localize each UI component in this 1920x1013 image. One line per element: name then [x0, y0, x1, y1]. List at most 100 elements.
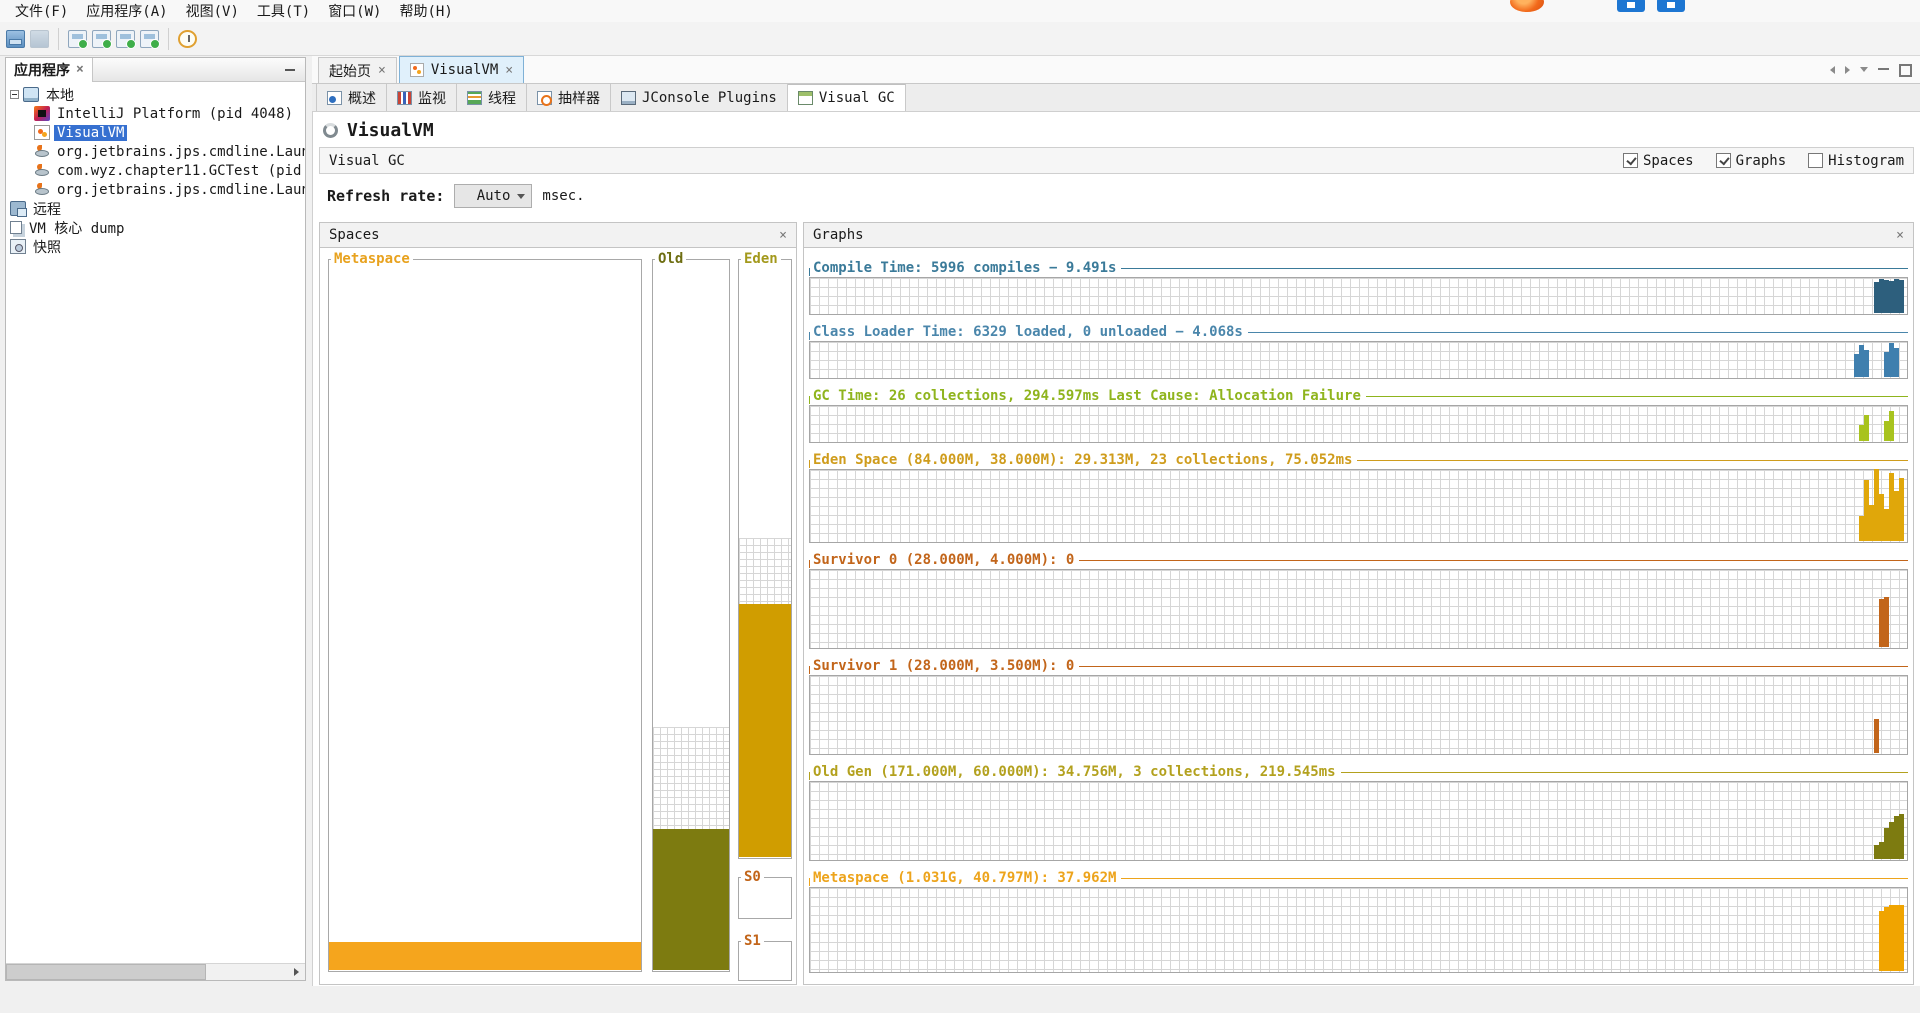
doc-tab-0[interactable]: 起始页 ×: [318, 57, 397, 83]
subtab-label: JConsole Plugins: [642, 89, 777, 106]
tree-item-6[interactable]: 远程: [6, 199, 305, 218]
menu-item-0[interactable]: 文件(F): [8, 0, 75, 22]
add-jmx-connection-icon[interactable]: [92, 29, 112, 49]
scroll-tabs-left-icon[interactable]: [1830, 65, 1835, 74]
metaspace-column: Metaspace: [328, 251, 642, 972]
menu-item-3[interactable]: 工具(T): [250, 0, 317, 22]
legend-tick: [809, 666, 810, 674]
save-icon[interactable]: [30, 29, 49, 48]
legend-tick: [809, 396, 810, 404]
tree-item-5[interactable]: org.jetbrains.jps.cmdline.Laun: [6, 180, 305, 199]
jconsole-icon: [621, 90, 636, 105]
spaces-panel-title: Spaces: [329, 227, 380, 243]
tree-item-0[interactable]: 本地: [6, 85, 305, 104]
eden-used-bar: [739, 604, 791, 857]
legend-line: [1121, 878, 1908, 879]
menu-item-4[interactable]: 窗口(W): [321, 0, 388, 22]
add-snapshot-icon[interactable]: [140, 29, 160, 49]
graph-title-old-gen: Old Gen (171.000M, 60.000M): 34.756M, 3 …: [813, 764, 1336, 780]
java-icon: [34, 144, 50, 159]
checkbox-unchecked-icon[interactable]: [1808, 153, 1824, 168]
tree-item-7[interactable]: VM 核心 dump: [6, 218, 305, 237]
open-file-icon[interactable]: [6, 29, 25, 48]
remote-icon: [10, 201, 27, 217]
graph-title-survivor-1: Survivor 1 (28.000M, 3.500M): 0: [813, 658, 1075, 674]
work-area: 应用程序 × 本地 IntelliJ Platform (pid 4048) Vis…: [0, 56, 1920, 986]
maximize-icon[interactable]: [1899, 64, 1912, 77]
add-vm-coredump-icon[interactable]: [116, 29, 136, 49]
graph-bar: [1889, 411, 1894, 441]
graph-bar: [1894, 348, 1899, 377]
graph-title-metaspace: Metaspace (1.031G, 40.797M): 37.962M: [813, 870, 1117, 886]
graph-section-survivor-0: Survivor 0 (28.000M, 4.000M): 0: [809, 551, 1908, 649]
tab-list-dropdown-icon[interactable]: [1860, 67, 1868, 72]
subtab-label: Visual GC: [818, 90, 895, 106]
tree-expander-icon[interactable]: [10, 90, 19, 99]
metaspace-used-bar: [329, 942, 641, 970]
scrollbar-thumb[interactable]: [6, 964, 206, 980]
sampler-icon: [537, 90, 552, 106]
tree-item-3[interactable]: org.jetbrains.jps.cmdline.Laun: [6, 142, 305, 161]
tree-item-label: 本地: [46, 87, 74, 104]
close-icon[interactable]: ×: [779, 229, 787, 242]
close-icon[interactable]: ×: [76, 63, 84, 76]
legend-tick: [809, 268, 810, 276]
subtab-jconsole-plugins[interactable]: JConsole Plugins: [611, 84, 788, 111]
graph-plot-metaspace: [809, 887, 1908, 973]
tree-item-2[interactable]: VisualVM: [6, 123, 305, 142]
sidebar-header: 应用程序 ×: [6, 57, 305, 82]
legend-line: [1340, 772, 1908, 773]
menu-item-1[interactable]: 应用程序(A): [79, 0, 174, 22]
close-icon[interactable]: ×: [378, 64, 386, 77]
graph-legend-old-gen: Old Gen (171.000M, 60.000M): 34.756M, 3 …: [809, 763, 1908, 781]
graphs-panel-body: Compile Time: 5996 compiles − 9.491s Clas…: [804, 249, 1913, 984]
subtab-监视[interactable]: 监视: [387, 84, 457, 111]
scrollbar-right-arrow-icon[interactable]: [288, 964, 305, 980]
subtab-visual-gc[interactable]: Visual GC: [787, 84, 906, 111]
legend-line: [1365, 396, 1908, 397]
graph-plot-eden-space: [809, 469, 1908, 543]
close-icon[interactable]: ×: [505, 64, 513, 77]
refresh-rate-select[interactable]: Auto: [454, 184, 533, 208]
subtab-label: 抽样器: [558, 90, 600, 107]
graph-plot-compile-time: [809, 277, 1908, 315]
eden-column-label: Eden: [741, 251, 781, 267]
graph-bar: [1899, 477, 1904, 541]
checkbox-spaces[interactable]: Spaces: [1622, 153, 1694, 169]
horizontal-scrollbar[interactable]: [6, 963, 305, 980]
legend-tick: [809, 332, 810, 340]
visualvm-icon: [409, 63, 424, 77]
checkbox-checked-icon[interactable]: [1715, 153, 1731, 168]
checkbox-checked-icon[interactable]: [1622, 153, 1638, 168]
menu-item-2[interactable]: 视图(V): [179, 0, 246, 22]
add-application-icon[interactable]: [68, 29, 88, 49]
refresh-rate-value: Auto: [476, 188, 511, 204]
graph-title-class-loader: Class Loader Time: 6329 loaded, 0 unload…: [813, 324, 1243, 340]
window-bottom-strip: [0, 986, 1920, 1013]
subtab-线程[interactable]: 线程: [457, 84, 527, 111]
tree-item-1[interactable]: IntelliJ Platform (pid 4048): [6, 104, 305, 123]
checkbox-histogram[interactable]: Histogram: [1808, 153, 1904, 169]
graph-plot-class-loader: [809, 341, 1908, 379]
subtab-概述[interactable]: 概述: [316, 84, 387, 111]
menu-item-5[interactable]: 帮助(H): [392, 0, 459, 22]
display-option-checkboxes: Spaces Graphs Histogram: [1622, 153, 1904, 169]
graph-title-survivor-0: Survivor 0 (28.000M, 4.000M): 0: [813, 552, 1075, 568]
refresh-clock-icon[interactable]: [178, 29, 197, 48]
tab-applications[interactable]: 应用程序 ×: [6, 57, 93, 82]
minimize-sidebar-button[interactable]: [283, 63, 297, 77]
checkbox-graphs[interactable]: Graphs: [1715, 153, 1786, 169]
scroll-tabs-right-icon[interactable]: [1845, 65, 1850, 74]
survivor1-box: S1: [738, 933, 792, 981]
spaces-panel: Spaces × Metaspace Old Eden S0 S1: [319, 222, 797, 985]
close-icon[interactable]: ×: [1896, 229, 1904, 242]
tree-item-4[interactable]: com.wyz.chapter11.GCTest (pid 5: [6, 161, 305, 180]
graphs-panel-title: Graphs: [813, 227, 864, 243]
minimize-icon[interactable]: [1878, 64, 1889, 75]
doc-tab-1[interactable]: VisualVM ×: [398, 56, 525, 83]
subtab-抽样器[interactable]: 抽样器: [527, 84, 611, 111]
refresh-rate-row: Refresh rate: Auto msec.: [327, 184, 585, 208]
legend-line: [1079, 666, 1908, 667]
visualvm-window: 文件(F) 应用程序(A) 视图(V) 工具(T) 窗口(W) 帮助(H) 应用程序 × …: [0, 0, 1920, 1013]
tree-item-8[interactable]: 快照: [6, 237, 305, 256]
